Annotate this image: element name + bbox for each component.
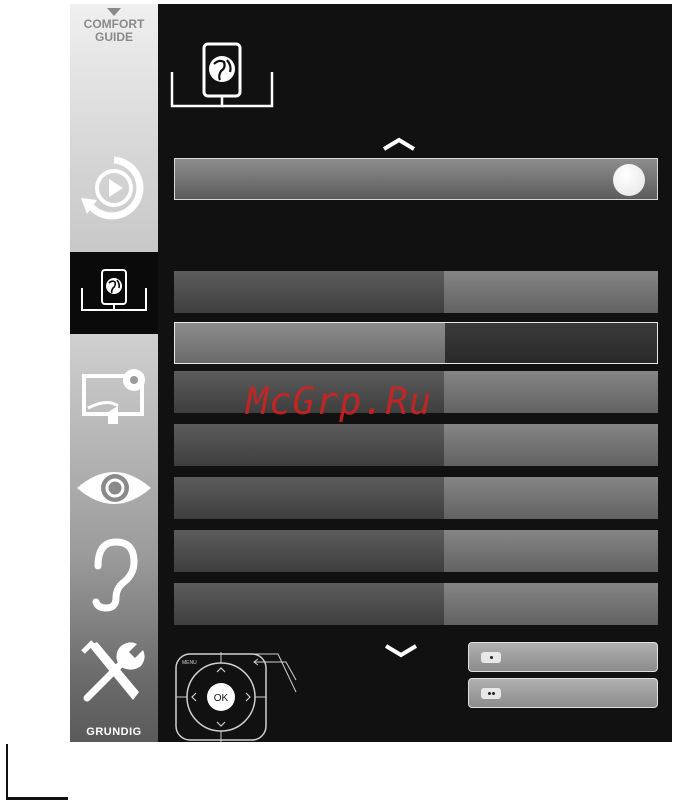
chevron-down-icon xyxy=(107,8,121,16)
menu-row-1[interactable] xyxy=(174,271,658,313)
network-globe-icon xyxy=(170,42,274,108)
tools-icon xyxy=(81,640,145,702)
scroll-up-icon[interactable] xyxy=(382,137,416,151)
header-icon xyxy=(166,40,278,117)
comfort-guide-button[interactable]: COMFORT GUIDE xyxy=(70,4,158,44)
sidebar-item-sound[interactable] xyxy=(74,536,154,612)
tv-menu-screen: COMFORT GUIDE GRUNDIG OK MENU xyxy=(70,4,672,742)
record-button[interactable] xyxy=(468,642,658,672)
brand-logo: GRUNDIG xyxy=(86,726,142,738)
page-border xyxy=(6,744,8,800)
network-toggle-bar[interactable] xyxy=(174,158,658,200)
eye-icon xyxy=(77,472,151,504)
double-dot-icon xyxy=(481,688,501,699)
menu-row-7[interactable] xyxy=(174,583,658,625)
watermark: McGrp.Ru xyxy=(246,380,433,423)
menu-row-2-selected[interactable] xyxy=(174,322,658,364)
scroll-down-icon[interactable] xyxy=(384,644,418,658)
sidebar: COMFORT GUIDE GRUNDIG xyxy=(70,4,158,742)
single-dot-icon xyxy=(481,652,501,663)
menu-row-5[interactable] xyxy=(174,477,658,519)
ear-sound-icon xyxy=(92,538,138,612)
sidebar-item-picture[interactable] xyxy=(74,368,154,428)
sidebar-item-source[interactable] xyxy=(74,152,154,228)
network-globe-icon xyxy=(81,269,147,311)
comfort-guide-label: COMFORT GUIDE xyxy=(83,17,145,44)
page-border xyxy=(6,797,68,800)
sidebar-item-view[interactable] xyxy=(74,466,154,510)
remote-navigation-diagram: OK MENU xyxy=(174,650,304,742)
sidebar-item-network[interactable] xyxy=(74,266,154,318)
source-play-icon xyxy=(81,156,144,220)
menu-row-6[interactable] xyxy=(174,530,658,572)
double-dot-button[interactable] xyxy=(468,678,658,708)
sidebar-item-settings[interactable] xyxy=(74,638,154,704)
menu-label: MENU xyxy=(182,660,197,666)
toggle-knob[interactable] xyxy=(613,164,645,196)
remote-dpad-icon: OK MENU xyxy=(175,652,297,742)
menu-row-4[interactable] xyxy=(174,424,658,466)
picture-settings-icon xyxy=(82,369,145,424)
ok-label: OK xyxy=(214,693,229,704)
